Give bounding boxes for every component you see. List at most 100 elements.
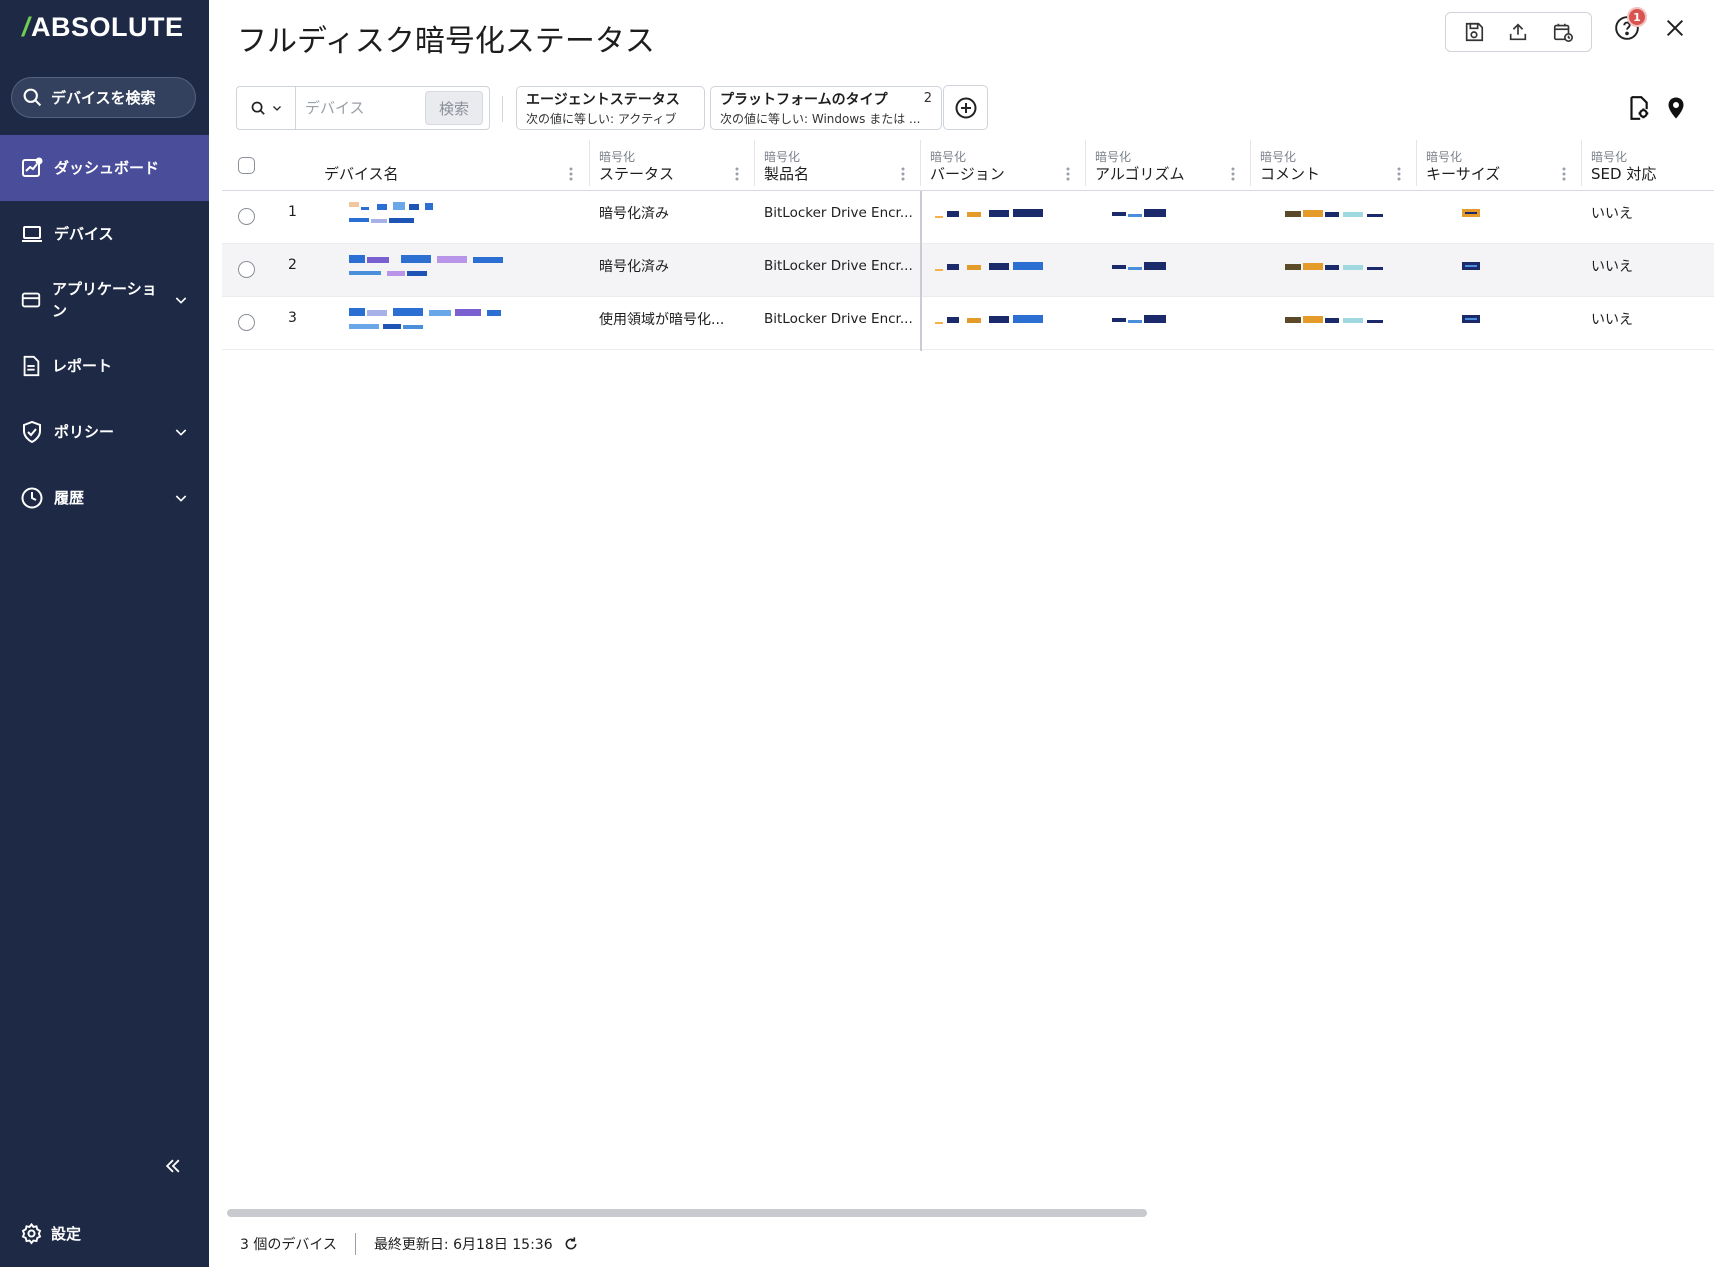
column-settings-button[interactable] — [1625, 95, 1651, 125]
row-checkbox[interactable] — [238, 208, 255, 225]
sed-support: いいえ — [1591, 206, 1633, 222]
table-row[interactable]: 2 暗号化済み BitLocker Drive Encr... いいえ — [222, 244, 1714, 297]
search-devices-button[interactable]: デバイスを検索 — [11, 77, 196, 118]
close-icon — [1666, 19, 1684, 37]
search-button[interactable]: 検索 — [425, 91, 483, 125]
column-header-status[interactable]: 暗号化 ステータス — [589, 140, 754, 191]
redacted-key-size — [1462, 315, 1480, 325]
sidebar-item-devices[interactable]: デバイス — [0, 201, 209, 267]
chevron-down-icon — [175, 495, 187, 502]
sidebar-item-label: レポート — [52, 357, 113, 375]
search-icon — [23, 88, 42, 107]
column-menu-icon[interactable] — [1396, 166, 1402, 182]
column-divider — [1416, 140, 1417, 186]
redacted-comment — [1285, 315, 1385, 325]
column-header-device-name[interactable]: デバイス名 — [222, 140, 589, 191]
refresh-icon — [565, 1237, 577, 1250]
column-menu-icon[interactable] — [1230, 166, 1236, 182]
sidebar-item-policies[interactable]: ポリシー — [0, 399, 209, 465]
redacted-algorithm — [1112, 262, 1168, 272]
sidebar-item-history[interactable]: 履歴 — [0, 465, 209, 531]
filter-chip-platform-type[interactable]: プラットフォームのタイプ 次の値に等しい: Windows または ... 2 — [710, 86, 942, 130]
product-name: BitLocker Drive Encr... — [764, 205, 913, 221]
filter-chip-subtitle: 次の値に等しい: アクティブ — [526, 112, 677, 126]
filter-chip-count: 2 — [923, 91, 932, 106]
sidebar-item-reports[interactable]: レポート — [0, 333, 209, 399]
add-filter-button[interactable] — [943, 85, 988, 130]
device-count: 3 個のデバイス — [240, 1237, 337, 1253]
column-header-key-size[interactable]: 暗号化 キーサイズ — [1416, 140, 1581, 191]
column-header-version[interactable]: 暗号化 バージョン — [920, 140, 1085, 191]
column-menu-icon[interactable] — [734, 166, 740, 182]
sidebar: /ABSOLUTE デバイスを検索 ダッシュボード デバイス アプリケーション … — [0, 0, 209, 1267]
column-label: ステータス — [599, 165, 675, 183]
encryption-status-table: デバイス名 暗号化 ステータス 暗号化 製品名 暗号化 バージョン 暗号化 アル… — [222, 140, 1714, 351]
encryption-status: 使用領域が暗号化... — [599, 312, 725, 328]
column-label: 製品名 — [764, 165, 810, 183]
row-checkbox[interactable] — [238, 314, 255, 331]
collapse-sidebar-button[interactable] — [163, 1156, 183, 1180]
search-field-selector[interactable] — [237, 87, 296, 129]
row-number: 2 — [288, 257, 297, 273]
column-header-sed-support[interactable]: 暗号化 SED 対応 — [1581, 140, 1714, 191]
plus-circle-icon — [955, 97, 976, 118]
last-updated: 最終更新日: 6月18日 15:36 — [373, 1237, 553, 1253]
sed-support: いいえ — [1591, 259, 1633, 275]
save-report-button[interactable] — [1459, 17, 1489, 47]
divider — [502, 96, 503, 122]
row-checkbox[interactable] — [238, 261, 255, 278]
column-divider — [1250, 140, 1251, 186]
encryption-status: 暗号化済み — [599, 206, 669, 222]
close-button[interactable] — [1664, 17, 1686, 43]
filter-chip-subtitle: 次の値に等しい: Windows または ... — [720, 112, 921, 126]
redacted-version — [935, 315, 1045, 325]
footer-divider — [354, 1233, 356, 1255]
export-button[interactable] — [1503, 17, 1533, 47]
sidebar-item-dashboard[interactable]: ダッシュボード — [0, 135, 209, 201]
document-gear-icon — [1630, 96, 1649, 120]
redacted-device-name[interactable] — [349, 308, 504, 318]
double-chevron-left-icon — [165, 1159, 180, 1173]
column-label: アルゴリズム — [1095, 165, 1185, 183]
schedule-button[interactable] — [1548, 17, 1578, 47]
redacted-device-name-line2 — [349, 218, 414, 228]
redacted-device-name[interactable] — [349, 255, 504, 265]
column-header-algorithm[interactable]: 暗号化 アルゴリズム — [1085, 140, 1250, 191]
column-menu-icon[interactable] — [1065, 166, 1071, 182]
column-header-comment[interactable]: 暗号化 コメント — [1250, 140, 1416, 191]
search-devices-label: デバイスを検索 — [51, 89, 156, 107]
map-view-button[interactable] — [1664, 95, 1688, 125]
column-menu-icon[interactable] — [900, 166, 906, 182]
table-row[interactable]: 3 使用領域が暗号化... BitLocker Drive Encr... いい… — [222, 297, 1714, 350]
gear-icon — [21, 1222, 42, 1245]
column-label: キーサイズ — [1426, 165, 1501, 183]
sidebar-item-applications[interactable]: アプリケーション — [0, 267, 209, 333]
sidebar-item-settings[interactable]: 設定 — [20, 1222, 81, 1245]
search-input[interactable] — [296, 99, 421, 117]
column-menu-icon[interactable] — [568, 166, 574, 182]
filter-chip-title: プラットフォームのタイプ — [720, 92, 888, 108]
absolute-logo[interactable]: /ABSOLUTE — [22, 12, 184, 43]
filter-chip-agent-status[interactable]: エージェントステータス 次の値に等しい: アクティブ — [516, 86, 705, 130]
redacted-algorithm — [1112, 315, 1168, 325]
horizontal-scrollbar[interactable] — [227, 1209, 1147, 1217]
notification-badge: 1 — [1627, 7, 1647, 27]
logo-text: ABSOLUTE — [31, 12, 184, 42]
refresh-button[interactable] — [563, 1236, 579, 1252]
map-pin-icon — [1668, 97, 1684, 119]
column-menu-icon[interactable] — [1561, 166, 1567, 182]
redacted-device-name[interactable] — [349, 202, 439, 212]
redacted-version — [935, 262, 1045, 272]
redacted-comment — [1285, 209, 1385, 219]
chevron-down-icon — [175, 297, 187, 304]
redacted-key-size — [1462, 209, 1480, 219]
report-toolbar — [1445, 12, 1592, 52]
column-label: バージョン — [930, 165, 1005, 183]
table-row[interactable]: 1 暗号化済み BitLocker Drive Encr... いいえ — [222, 191, 1714, 244]
row-number: 1 — [288, 204, 297, 220]
sidebar-item-label: ダッシュボード — [54, 159, 160, 177]
column-label: SED 対応 — [1591, 165, 1657, 183]
laptop-icon — [22, 226, 42, 242]
sidebar-item-label: デバイス — [54, 225, 114, 243]
column-header-product-name[interactable]: 暗号化 製品名 — [754, 140, 920, 191]
